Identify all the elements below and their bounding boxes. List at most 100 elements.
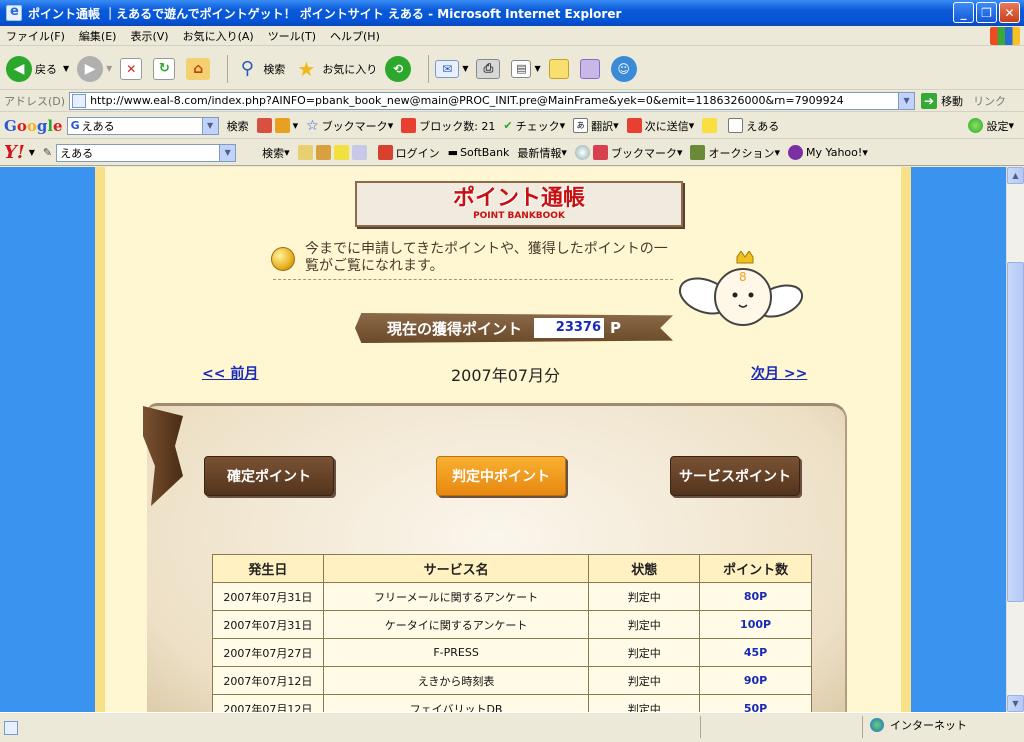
go-arrow-icon: ➔ bbox=[921, 92, 938, 109]
google-search-button[interactable]: 検索 bbox=[227, 118, 249, 134]
menu-tools[interactable]: ツール(T) bbox=[268, 28, 316, 44]
cell-service: フリーメールに関するアンケート bbox=[322, 582, 590, 611]
auction-button[interactable]: オークション ▾ bbox=[690, 145, 780, 161]
banner-subtitle: POINT BANKBOOK bbox=[473, 211, 565, 221]
next-month-link[interactable]: 次月 >> bbox=[751, 366, 807, 382]
menu-file[interactable]: ファイル(F) bbox=[6, 28, 65, 44]
window-titlebar: ポイント通帳 ｜えあるで遊んでポイントゲット！ ポイントサイト えある - Mi… bbox=[0, 0, 1024, 26]
spell-check-button[interactable]: ✔ チェック ▾ bbox=[503, 118, 565, 134]
send-icon bbox=[626, 118, 642, 133]
tab-confirmed-points[interactable]: 確定ポイント bbox=[204, 456, 334, 496]
menu-view[interactable]: 表示(V) bbox=[130, 28, 168, 44]
puzzle-icon bbox=[274, 118, 290, 133]
maximize-button[interactable]: ❐ bbox=[976, 2, 997, 23]
chevron-down-icon[interactable]: ▼ bbox=[29, 148, 35, 157]
table-row: 2007年07月31日 フリーメールに関するアンケート 判定中 80P bbox=[212, 582, 812, 611]
address-input[interactable]: http://www.eal-8.com/index.php?AINFO=pba… bbox=[69, 91, 916, 110]
blocked-count: ブロック数: 21 bbox=[419, 119, 496, 133]
cell-service: ケータイに関するアンケート bbox=[322, 610, 590, 639]
google-logo[interactable]: Google bbox=[4, 117, 63, 135]
yahoo-logo[interactable]: Y! bbox=[4, 142, 25, 163]
yahoo-login-button[interactable]: ログイン bbox=[377, 145, 440, 161]
yahoo-search-input[interactable]: えある ▼ bbox=[56, 143, 237, 162]
cell-status: 判定中 bbox=[588, 582, 701, 611]
cell-date: 2007年07月12日 bbox=[212, 666, 324, 695]
chevron-down-icon[interactable]: ▼ bbox=[63, 64, 69, 73]
refresh-button[interactable]: ↻ bbox=[153, 57, 178, 80]
chevron-down-icon[interactable]: ▼ bbox=[898, 92, 915, 109]
tab-pending-points[interactable]: 判定中ポイント bbox=[436, 456, 566, 496]
go-button[interactable]: ➔ 移動 bbox=[921, 92, 963, 109]
angel-mascot-icon: 8 bbox=[678, 251, 804, 326]
stop-button[interactable]: ✕ bbox=[120, 57, 145, 80]
chevron-down-icon[interactable]: ▼ bbox=[219, 144, 236, 161]
yahoo-tools-button[interactable] bbox=[297, 145, 370, 160]
back-button[interactable]: ◀ 戻る ▼ bbox=[6, 55, 69, 82]
window-title: ポイント通帳 ｜えあるで遊んでポイントゲット！ ポイントサイト えある - Mi… bbox=[28, 6, 622, 21]
menu-favorites[interactable]: お気に入り(A) bbox=[183, 28, 254, 44]
highlighter-icon bbox=[333, 145, 349, 160]
google-bookmarks-button[interactable]: ☆ ブックマーク ▾ bbox=[306, 118, 393, 134]
popup-blocker-button[interactable]: ブロック数: 21 bbox=[401, 118, 495, 134]
toolbar-separator bbox=[227, 54, 229, 83]
scroll-thumb[interactable] bbox=[1007, 262, 1024, 602]
print-button[interactable]: ⎙ bbox=[476, 58, 503, 79]
google-toolbar: Google G えある ▼ 検索 ▾ ☆ ブックマーク ▾ ブロック数: 21 ✔… bbox=[0, 113, 1024, 139]
block-icon bbox=[401, 118, 417, 133]
scroll-up-icon[interactable]: ▲ bbox=[1007, 167, 1024, 184]
menu-edit[interactable]: 編集(E) bbox=[79, 28, 117, 44]
news-label: 最新情報 bbox=[517, 146, 562, 160]
menu-help[interactable]: ヘルプ(H) bbox=[330, 28, 380, 44]
vertical-scrollbar[interactable]: ▲ ▼ bbox=[1006, 167, 1024, 712]
myyahoo-button[interactable]: My Yahoo! ▾ bbox=[788, 145, 868, 160]
send-to-button[interactable]: 次に送信 ▾ bbox=[626, 118, 694, 134]
home-button[interactable]: ⌂ bbox=[186, 57, 213, 80]
find-term-button[interactable]: えある bbox=[728, 118, 779, 134]
myyahoo-label: My Yahoo! bbox=[806, 146, 863, 159]
current-points-value: 23376 bbox=[534, 318, 605, 338]
cell-date: 2007年07月27日 bbox=[212, 638, 324, 667]
highlight-button[interactable] bbox=[702, 118, 720, 133]
edit-button[interactable]: ▤ ▼ bbox=[511, 59, 541, 78]
banner-title: ポイント通帳 bbox=[452, 186, 585, 211]
address-url: http://www.eal-8.com/index.php?AINFO=pba… bbox=[90, 94, 844, 107]
magnifier-icon bbox=[728, 118, 744, 133]
messenger-button[interactable]: ☺ bbox=[610, 55, 640, 82]
google-search-input[interactable]: G えある ▼ bbox=[66, 116, 219, 135]
chevron-down-icon[interactable]: ▼ bbox=[462, 64, 468, 73]
yahoo-search-label: 検索 bbox=[262, 146, 285, 160]
address-bar: アドレス(D) http://www.eal-8.com/index.php?A… bbox=[0, 90, 1024, 112]
close-button[interactable]: ✕ bbox=[999, 2, 1020, 23]
note-button[interactable] bbox=[548, 58, 572, 79]
yahoo-bookmarks-button[interactable]: ブックマーク ▾ bbox=[574, 145, 682, 161]
scroll-down-icon[interactable]: ▼ bbox=[1007, 695, 1024, 712]
search-button[interactable]: ⚲ 検索 bbox=[234, 56, 286, 82]
softbank-button[interactable]: ▬ SoftBank bbox=[448, 146, 510, 159]
current-points-label: 現在の獲得ポイント bbox=[387, 319, 523, 338]
links-button[interactable]: リンク bbox=[973, 93, 1006, 109]
mail-button[interactable]: ✉ ▼ bbox=[435, 59, 468, 78]
forward-button[interactable]: ▶ ▼ bbox=[77, 55, 112, 82]
month-title: 2007年07月分 bbox=[451, 366, 561, 385]
news-button[interactable]: 最新情報 ▾ bbox=[517, 145, 567, 161]
research-button[interactable] bbox=[579, 58, 603, 79]
minimize-button[interactable]: _ bbox=[953, 2, 974, 23]
history-icon: ⟲ bbox=[385, 55, 412, 82]
prev-month-link[interactable]: << 前月 bbox=[202, 366, 258, 382]
star-icon: ★ bbox=[297, 56, 316, 81]
tab-service-points[interactable]: サービスポイント bbox=[670, 456, 800, 496]
chevron-down-icon[interactable]: ▼ bbox=[106, 64, 112, 73]
col-header-service: サービス名 bbox=[322, 554, 590, 583]
yahoo-search-button[interactable]: 検索 ▾ bbox=[262, 145, 290, 161]
google-tools-button[interactable]: ▾ bbox=[256, 118, 298, 133]
google-settings-button[interactable]: 設定 ▾ bbox=[968, 118, 1014, 134]
chevron-down-icon[interactable]: ▼ bbox=[201, 117, 218, 134]
folder-icon bbox=[297, 145, 313, 160]
translate-button[interactable]: あ翻訳 ▾ bbox=[573, 118, 619, 134]
status-divider bbox=[862, 716, 863, 738]
softbank-icon: ▬ bbox=[447, 146, 459, 159]
pencil-icon[interactable]: ✎ bbox=[43, 146, 52, 159]
chevron-down-icon[interactable]: ▼ bbox=[534, 64, 540, 73]
history-button[interactable]: ⟲ bbox=[385, 55, 414, 82]
favorites-button[interactable]: ★ お気に入り bbox=[293, 56, 377, 82]
